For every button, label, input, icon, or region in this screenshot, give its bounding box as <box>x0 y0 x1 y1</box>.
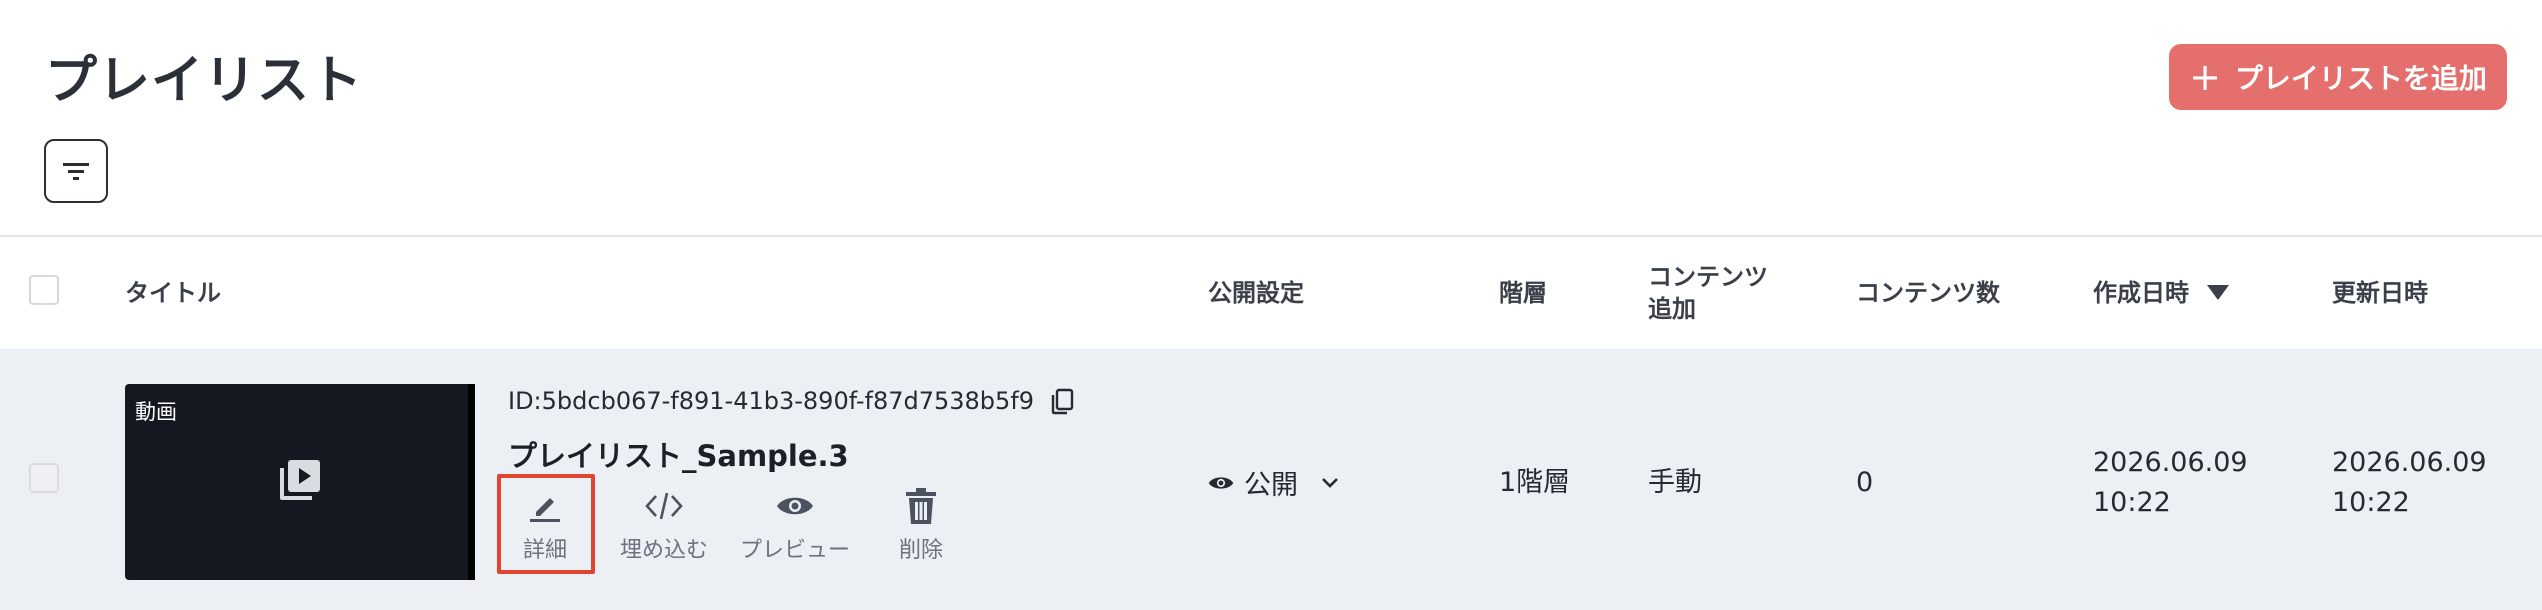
embed-action[interactable]: 埋め込む <box>620 486 708 564</box>
table-header: タイトル 公開設定 階層 コンテンツ 追加 コンテンツ数 作成日時 更新日時 <box>0 237 2542 349</box>
eye-icon <box>777 497 813 515</box>
column-header-updated[interactable]: 更新日時 <box>2332 277 2428 309</box>
updated-datetime: 2026.06.09 10:22 <box>2332 443 2487 523</box>
page-title: プレイリスト <box>45 51 364 111</box>
plus-icon: + <box>2189 55 2221 99</box>
delete-action[interactable]: 削除 <box>899 486 943 564</box>
playlist-thumbnail[interactable]: 動画 <box>125 384 475 580</box>
preview-label: プレビュー <box>740 538 851 563</box>
created-time: 10:22 <box>2093 487 2171 518</box>
updated-date: 2026.06.09 <box>2332 447 2487 478</box>
column-header-visibility: 公開設定 <box>1208 279 1304 307</box>
filter-button[interactable] <box>44 139 108 203</box>
thumbnail-edge <box>468 384 475 580</box>
thumbnail-type-tag: 動画 <box>135 400 177 424</box>
content-count-value: 0 <box>1856 467 1874 498</box>
select-all-checkbox[interactable] <box>29 275 59 305</box>
column-header-content-add: コンテンツ 追加 <box>1648 261 1768 325</box>
column-header-content-add-line2: 追加 <box>1648 295 1696 323</box>
column-header-created[interactable]: 作成日時 <box>2093 277 2229 309</box>
column-header-title: タイトル <box>125 279 221 307</box>
hierarchy-value: 1階層 <box>1499 467 1571 498</box>
column-header-hierarchy: 階層 <box>1499 279 1547 307</box>
updated-time: 10:22 <box>2332 487 2410 518</box>
playlist-name[interactable]: プレイリスト_Sample.3 <box>508 433 849 475</box>
eye-icon <box>1208 476 1234 489</box>
add-playlist-button[interactable]: + プレイリストを追加 <box>2169 44 2507 110</box>
content-add-value: 手動 <box>1648 467 1702 498</box>
add-playlist-label: プレイリストを追加 <box>2234 62 2487 95</box>
play-library-icon <box>280 460 320 500</box>
detail-highlight-box <box>497 474 595 574</box>
created-date: 2026.06.09 <box>2093 447 2248 478</box>
delete-label: 削除 <box>899 538 944 563</box>
filter-icon <box>63 163 89 180</box>
playlist-id: ID:5bdcb067-f891-41b3-890f-f87d7538b5f9 <box>508 387 1035 415</box>
created-datetime: 2026.06.09 10:22 <box>2093 443 2248 523</box>
column-header-content-count: コンテンツ数 <box>1856 279 2000 307</box>
copy-icon[interactable] <box>1050 388 1074 416</box>
column-header-created-label: 作成日時 <box>2093 279 2189 307</box>
trash-icon <box>906 488 936 524</box>
chevron-down-icon <box>1322 477 1338 488</box>
sort-desc-icon[interactable] <box>2207 285 2229 301</box>
row-checkbox[interactable] <box>29 463 59 493</box>
preview-action[interactable]: プレビュー <box>740 486 850 564</box>
column-header-content-add-line1: コンテンツ <box>1648 263 1768 291</box>
visibility-dropdown[interactable]: 公開 <box>1208 463 1340 502</box>
code-icon <box>645 492 683 520</box>
visibility-value: 公開 <box>1244 470 1298 501</box>
embed-label: 埋め込む <box>620 538 709 563</box>
